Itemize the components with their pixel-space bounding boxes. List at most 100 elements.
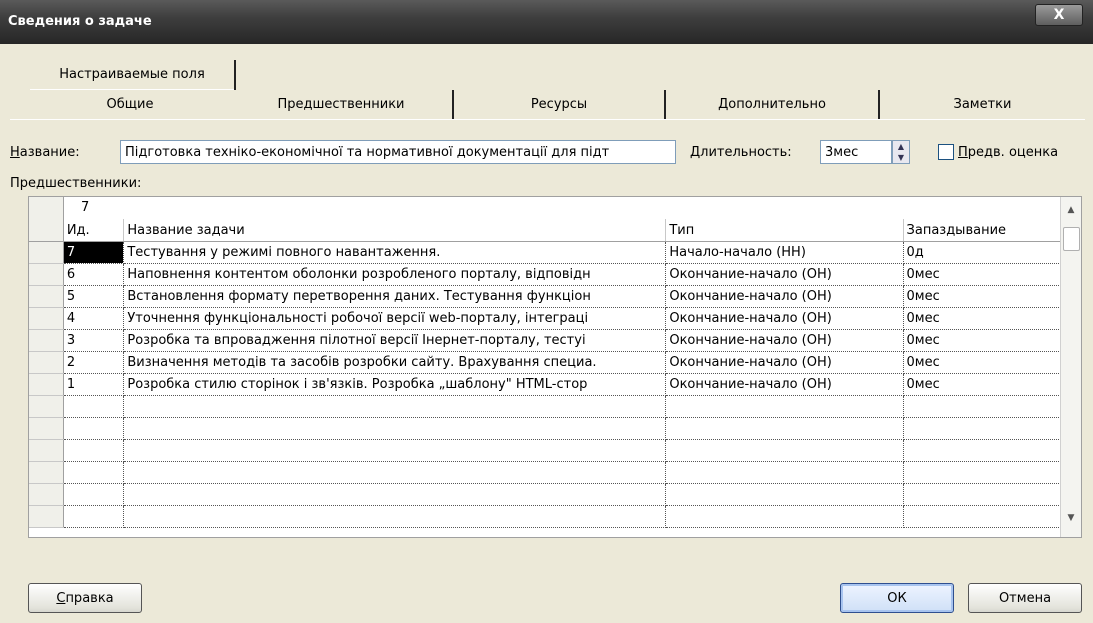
table-row[interactable]: 7 Тестування у режимі повного навантажен… <box>29 241 1062 264</box>
cell-lag[interactable]: 0д <box>903 241 1062 264</box>
empty-cell[interactable] <box>903 483 1062 506</box>
duration-stepper[interactable]: ▲ ▼ <box>892 140 910 164</box>
col-header-id[interactable]: Ид. <box>63 219 125 242</box>
cell-task-name[interactable]: Визначення методів та засобів розробки с… <box>123 351 667 374</box>
row-header[interactable] <box>29 417 64 440</box>
row-header[interactable] <box>29 461 64 484</box>
table-row-empty[interactable] <box>29 505 1062 528</box>
ok-button[interactable]: ОК <box>840 583 954 613</box>
cell-task-name[interactable]: Уточнення функціональності робочої версі… <box>123 307 667 330</box>
row-header[interactable] <box>29 241 64 264</box>
table-row-empty[interactable] <box>29 483 1062 506</box>
cell-lag[interactable]: 0мес <box>903 329 1062 352</box>
empty-cell[interactable] <box>63 483 125 506</box>
empty-cell[interactable] <box>903 395 1062 418</box>
cell-type[interactable]: Окончание-начало (ОН) <box>665 285 904 308</box>
scroll-up-icon[interactable]: ▲ <box>1061 201 1081 219</box>
row-header[interactable] <box>29 351 64 374</box>
table-row-empty[interactable] <box>29 461 1062 484</box>
cell-type[interactable]: Начало-начало (НН) <box>665 241 904 264</box>
tab-predecessors[interactable]: Предшественники <box>230 90 454 120</box>
empty-cell[interactable] <box>123 505 667 528</box>
row-header[interactable] <box>29 329 64 352</box>
cell-task-name[interactable]: Наповнення контентом оболонки розроблено… <box>123 263 667 286</box>
close-button[interactable]: X <box>1035 4 1083 26</box>
table-row[interactable]: 2 Визначення методів та засобів розробки… <box>29 351 1062 374</box>
empty-cell[interactable] <box>665 417 904 440</box>
empty-cell[interactable] <box>123 461 667 484</box>
tab-general[interactable]: Общие <box>30 90 230 120</box>
cell-lag[interactable]: 0мес <box>903 307 1062 330</box>
cell-task-name[interactable]: Розробка стилю сторінок і зв'язків. Розр… <box>123 373 667 396</box>
stepper-down-icon[interactable]: ▼ <box>893 152 909 163</box>
duration-field[interactable]: 3мес <box>820 140 892 164</box>
cell-task-name[interactable]: Тестування у режимі повного навантаження… <box>123 241 667 264</box>
cell-id[interactable]: 1 <box>63 373 125 396</box>
cancel-button[interactable]: Отмена <box>968 583 1082 613</box>
row-header[interactable] <box>29 373 64 396</box>
row-header[interactable] <box>29 395 64 418</box>
cell-id[interactable]: 7 <box>63 241 125 264</box>
col-header-type[interactable]: Тип <box>665 219 904 242</box>
empty-cell[interactable] <box>665 505 904 528</box>
empty-cell[interactable] <box>665 461 904 484</box>
help-button[interactable]: Справка <box>28 583 142 613</box>
empty-cell[interactable] <box>123 439 667 462</box>
row-header[interactable] <box>29 285 64 308</box>
empty-cell[interactable] <box>63 395 125 418</box>
grid-edit-value[interactable]: 7 <box>81 200 89 215</box>
stepper-up-icon[interactable]: ▲ <box>893 141 909 152</box>
empty-cell[interactable] <box>903 505 1062 528</box>
cell-lag[interactable]: 0мес <box>903 285 1062 308</box>
table-row[interactable]: 5 Встановлення формату перетворення дани… <box>29 285 1062 308</box>
row-header[interactable] <box>29 439 64 462</box>
table-row[interactable]: 4 Уточнення функціональності робочої вер… <box>29 307 1062 330</box>
table-row-empty[interactable] <box>29 439 1062 462</box>
cell-id[interactable]: 5 <box>63 285 125 308</box>
tab-resources[interactable]: Ресурсы <box>454 90 666 120</box>
row-header[interactable] <box>29 483 64 506</box>
empty-cell[interactable] <box>123 483 667 506</box>
cell-type[interactable]: Окончание-начало (ОН) <box>665 263 904 286</box>
empty-cell[interactable] <box>665 483 904 506</box>
cell-task-name[interactable]: Встановлення формату перетворення даних.… <box>123 285 667 308</box>
estimate-checkbox[interactable] <box>938 144 954 160</box>
cell-id[interactable]: 2 <box>63 351 125 374</box>
row-header[interactable] <box>29 307 64 330</box>
col-header-lag[interactable]: Запаздывание <box>903 219 1062 242</box>
empty-cell[interactable] <box>63 461 125 484</box>
table-row-empty[interactable] <box>29 395 1062 418</box>
table-row[interactable]: 6 Наповнення контентом оболонки розробле… <box>29 263 1062 286</box>
table-row-empty[interactable] <box>29 417 1062 440</box>
empty-cell[interactable] <box>63 439 125 462</box>
empty-cell[interactable] <box>903 461 1062 484</box>
empty-cell[interactable] <box>903 439 1062 462</box>
table-row[interactable]: 1 Розробка стилю сторінок і зв'язків. Ро… <box>29 373 1062 396</box>
cell-type[interactable]: Окончание-начало (ОН) <box>665 351 904 374</box>
tab-custom-fields[interactable]: Настраиваемые поля <box>30 60 236 90</box>
empty-cell[interactable] <box>665 439 904 462</box>
cell-type[interactable]: Окончание-начало (ОН) <box>665 329 904 352</box>
scroll-down-icon[interactable]: ▼ <box>1061 509 1081 527</box>
empty-cell[interactable] <box>903 417 1062 440</box>
cell-task-name[interactable]: Розробка та впровадження пілотної версії… <box>123 329 667 352</box>
row-header[interactable] <box>29 263 64 286</box>
table-row[interactable]: 3 Розробка та впровадження пілотної верс… <box>29 329 1062 352</box>
empty-cell[interactable] <box>63 417 125 440</box>
empty-cell[interactable] <box>63 505 125 528</box>
cell-id[interactable]: 3 <box>63 329 125 352</box>
task-name-field[interactable]: Підготовка техніко-економічної та нормат… <box>120 140 676 164</box>
row-header[interactable] <box>29 505 64 528</box>
cell-id[interactable]: 4 <box>63 307 125 330</box>
cell-type[interactable]: Окончание-начало (ОН) <box>665 307 904 330</box>
tab-notes[interactable]: Заметки <box>880 90 1085 120</box>
col-header-task-name[interactable]: Название задачи <box>123 219 667 242</box>
cell-id[interactable]: 6 <box>63 263 125 286</box>
cell-type[interactable]: Окончание-начало (ОН) <box>665 373 904 396</box>
tab-advanced[interactable]: Дополнительно <box>666 90 880 120</box>
empty-cell[interactable] <box>123 395 667 418</box>
cell-lag[interactable]: 0мес <box>903 263 1062 286</box>
vertical-scrollbar[interactable]: ▲ ▼ <box>1060 197 1081 537</box>
empty-cell[interactable] <box>665 395 904 418</box>
cell-lag[interactable]: 0мес <box>903 351 1062 374</box>
